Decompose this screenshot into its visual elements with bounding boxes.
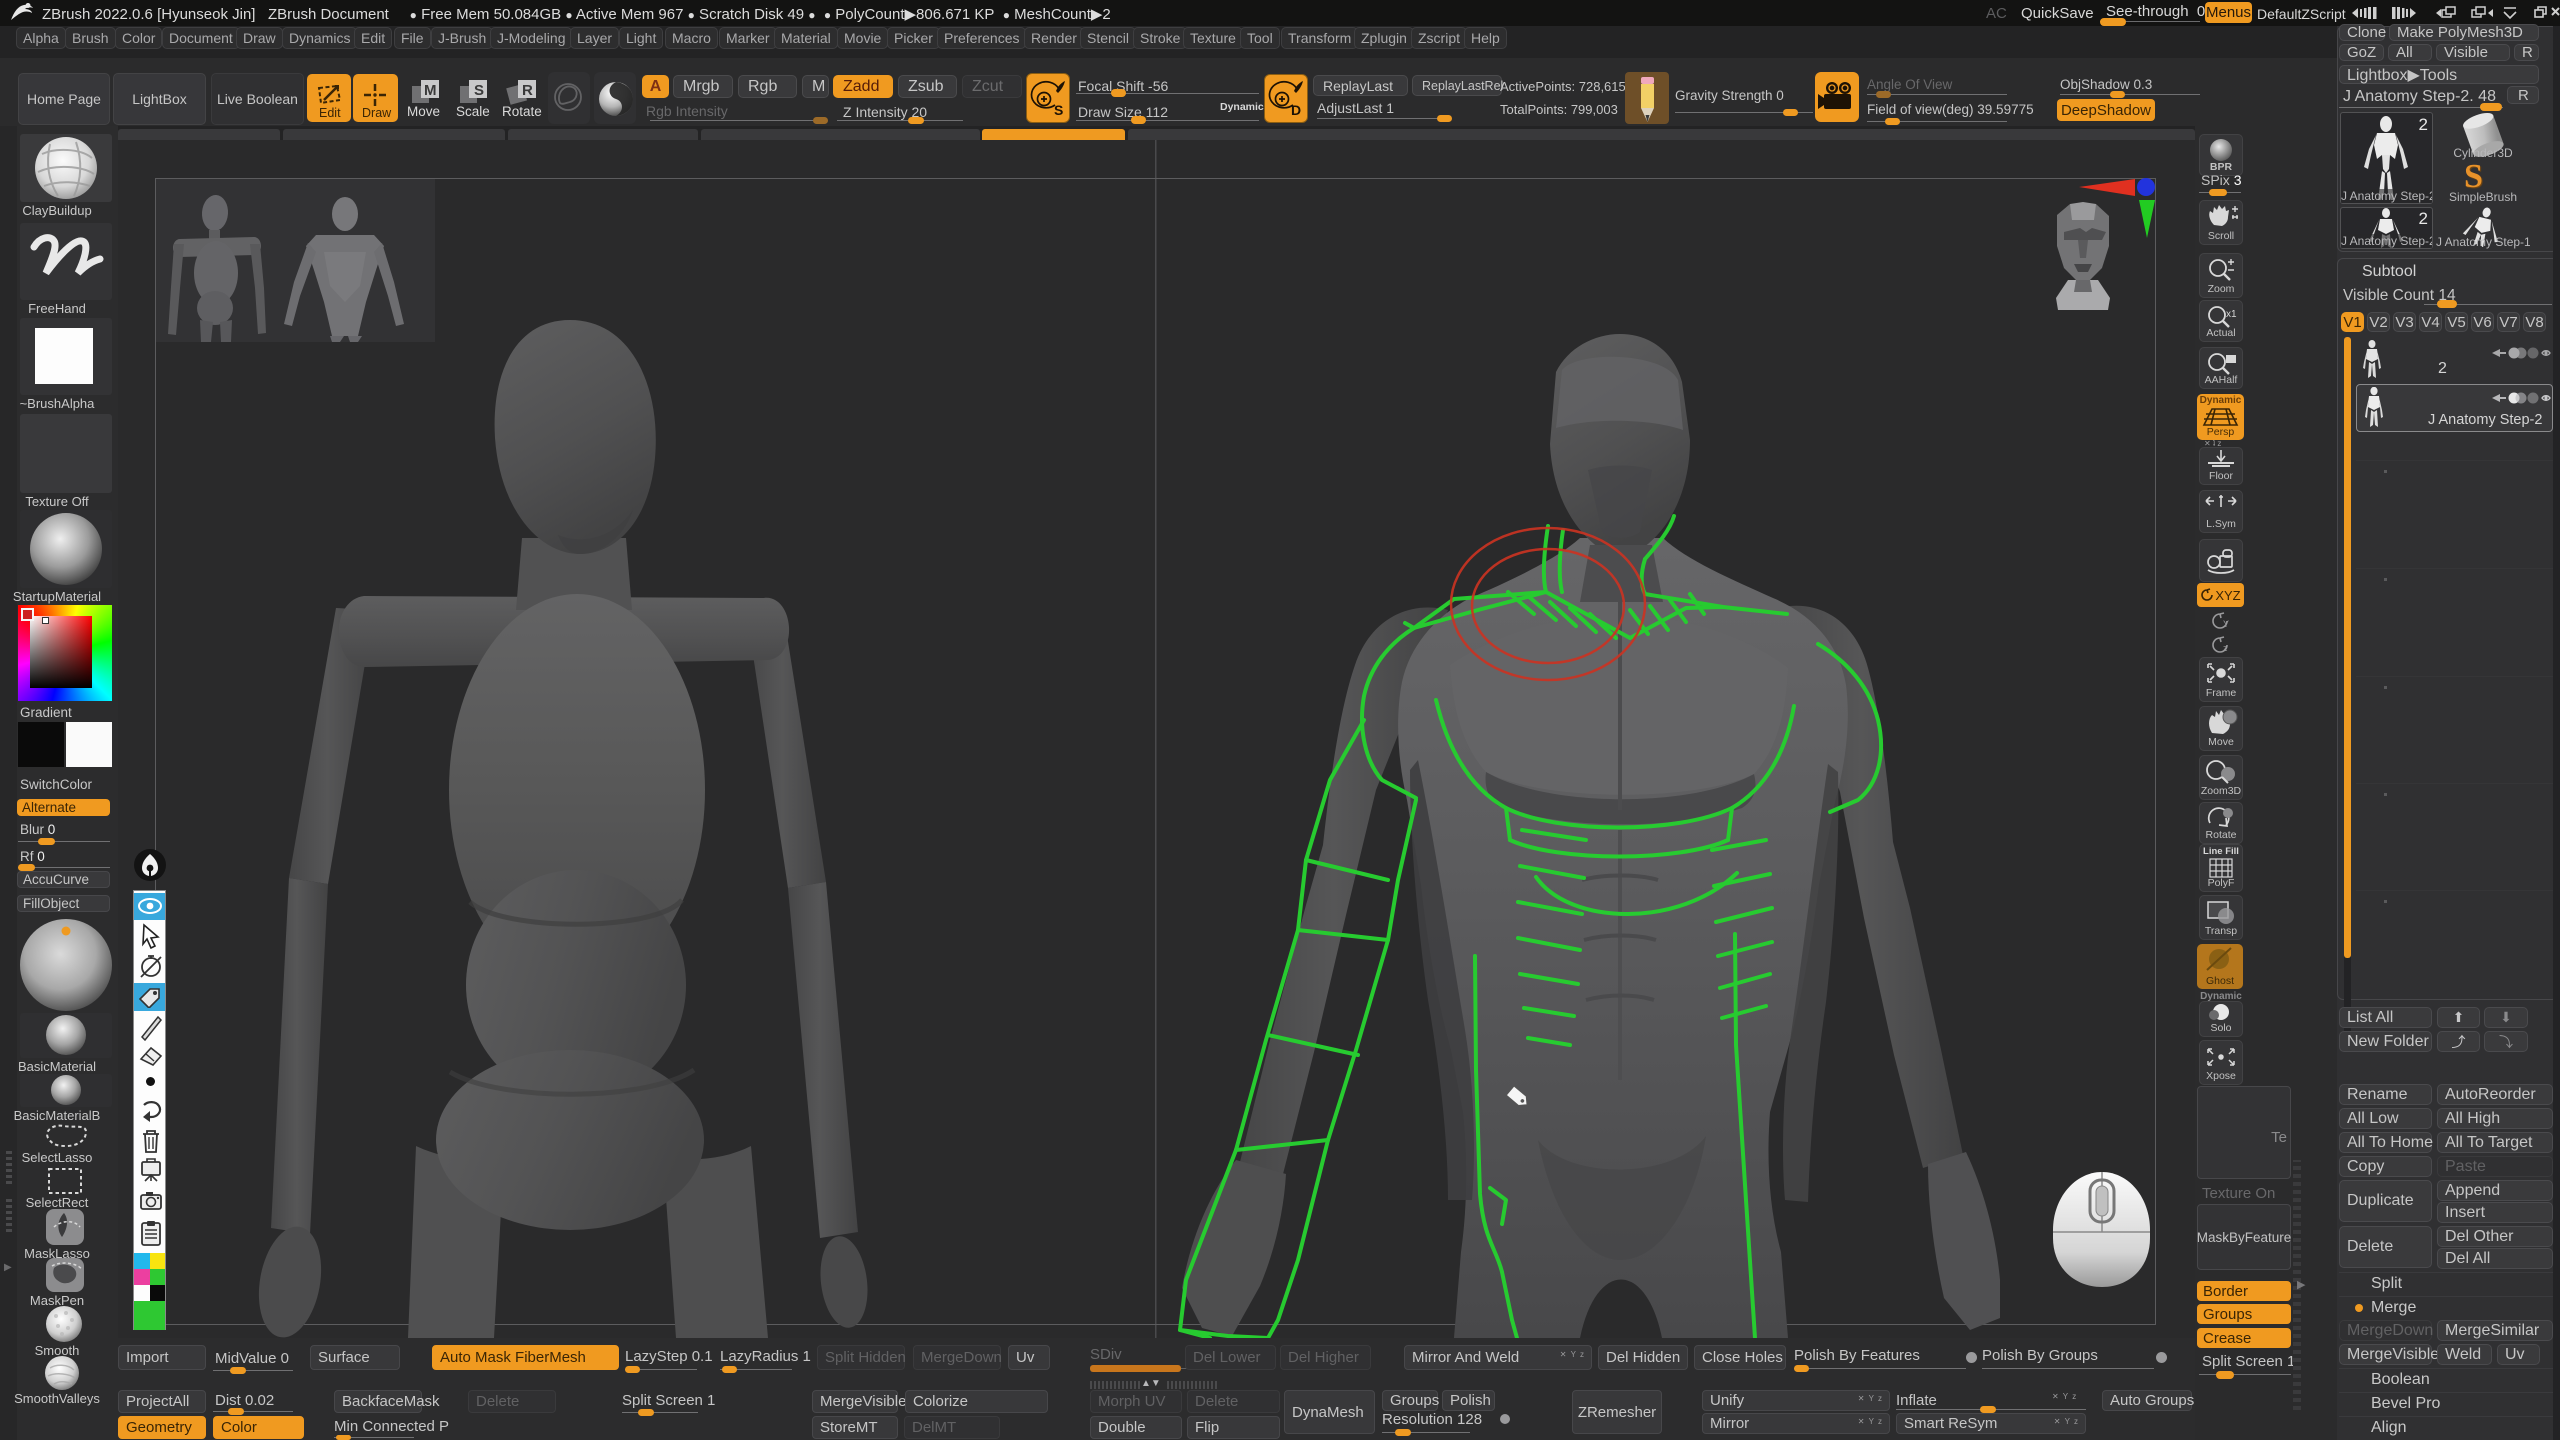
svg-text:x1: x1 [2226,309,2237,320]
svg-text:z: z [2223,643,2228,653]
svg-text:Draw: Draw [362,106,392,120]
svg-text:Edit: Edit [319,106,341,120]
svg-text:Y: Y [2223,619,2229,629]
svg-text:Move: Move [407,104,440,118]
svg-text:M: M [424,82,437,99]
svg-text:Scale: Scale [456,104,490,118]
svg-text:D: D [1291,102,1301,118]
svg-text:Rotate: Rotate [502,104,542,118]
svg-text:S: S [474,82,484,99]
svg-text:R: R [522,82,533,99]
svg-text:S: S [1054,102,1063,118]
